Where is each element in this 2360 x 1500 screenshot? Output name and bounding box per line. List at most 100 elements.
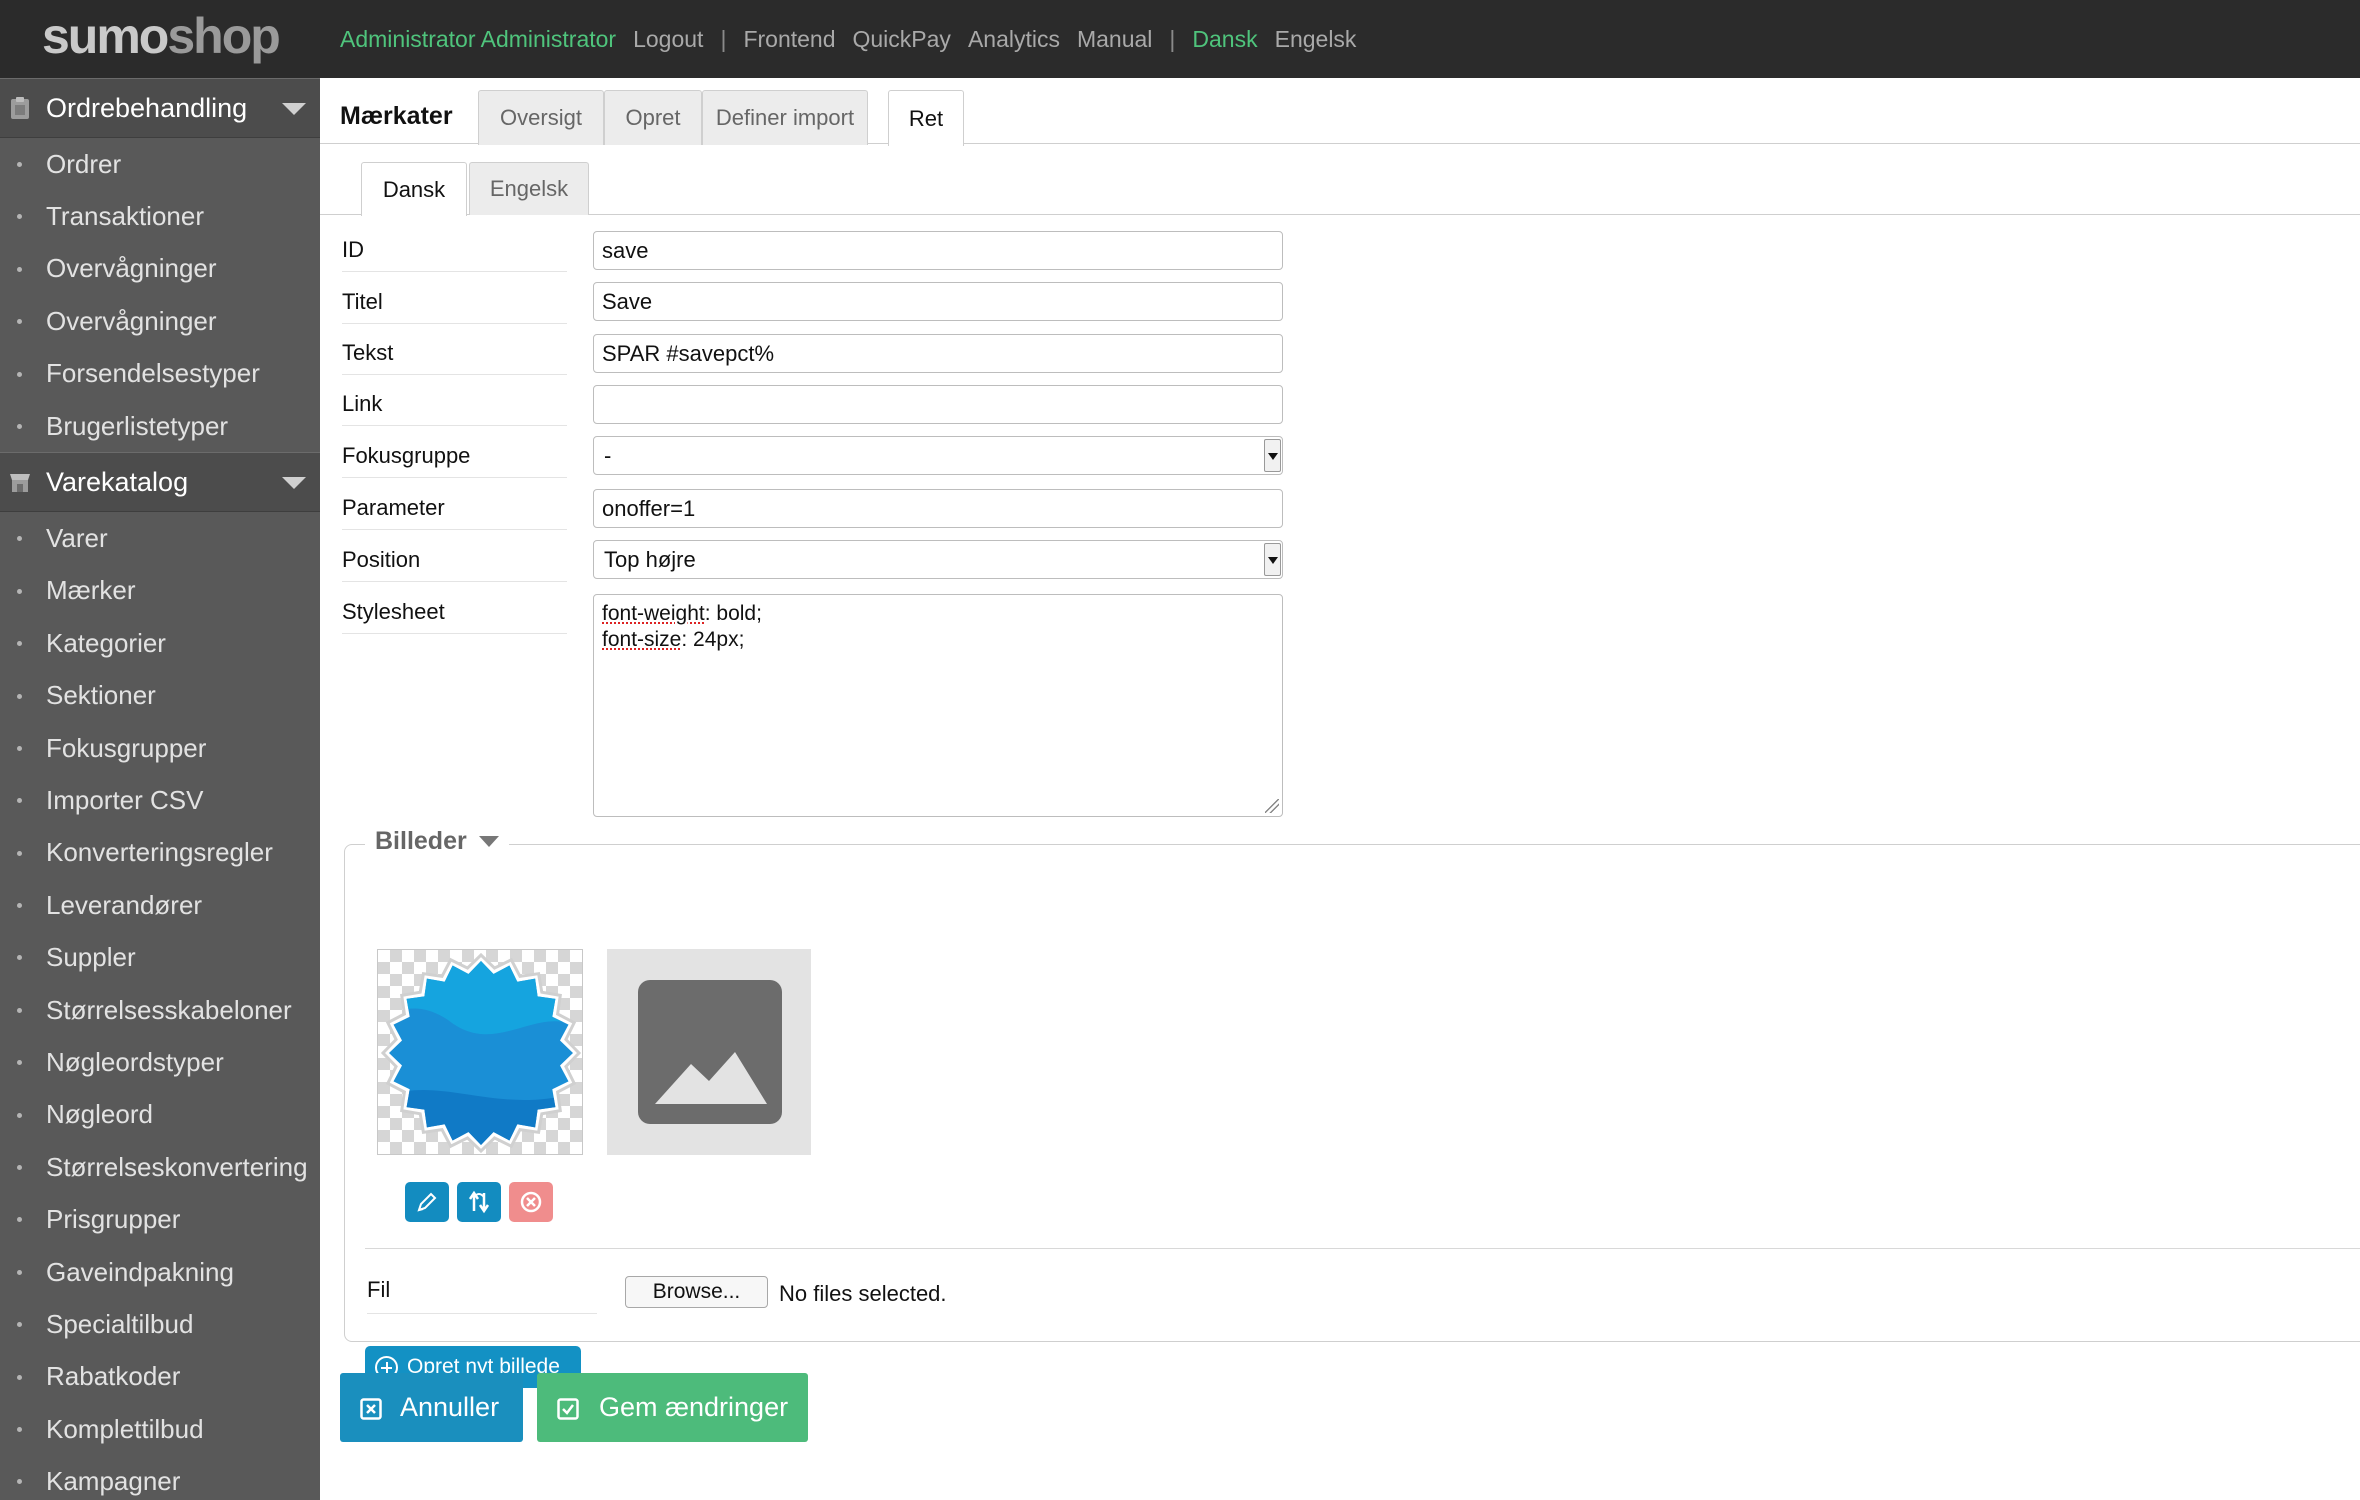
- billeder-legend[interactable]: Billeder: [365, 827, 509, 856]
- checkbox-icon: [557, 1398, 579, 1420]
- save-changes-button[interactable]: Gem ændringer: [537, 1373, 808, 1442]
- delete-image-button[interactable]: [509, 1182, 553, 1222]
- sumoshop-logo[interactable]: sumoshop: [42, 8, 281, 64]
- lang-engelsk-link[interactable]: Engelsk: [1275, 26, 1357, 53]
- chevron-down-icon[interactable]: [282, 477, 306, 490]
- edit-image-button[interactable]: [405, 1182, 449, 1222]
- logout-link[interactable]: Logout: [633, 26, 703, 53]
- sidebar-item-prisgrupper[interactable]: Prisgrupper: [0, 1193, 320, 1245]
- clipboard-icon: [11, 97, 29, 119]
- analytics-link[interactable]: Analytics: [968, 26, 1060, 53]
- stylesheet-label: Stylesheet: [342, 599, 567, 634]
- chevron-down-icon[interactable]: [282, 103, 306, 115]
- divider: [365, 1248, 2360, 1249]
- tab-lang-dansk[interactable]: Dansk: [361, 162, 467, 216]
- sidebar-item-ordrer[interactable]: Ordrer: [0, 138, 320, 190]
- quickpay-link[interactable]: QuickPay: [853, 26, 951, 53]
- id-field[interactable]: save: [593, 231, 1283, 270]
- sidebar-item-suppler[interactable]: Suppler: [0, 931, 320, 983]
- sidebar-item-brugerlistetyper[interactable]: Brugerlistetyper: [0, 400, 320, 452]
- nav-separator: |: [720, 25, 727, 52]
- fil-label: Fil: [367, 1277, 597, 1314]
- sidebar-item-transaktioner[interactable]: Transaktioner: [0, 190, 320, 242]
- sidebar-item-fokusgrupper[interactable]: Fokusgrupper: [0, 722, 320, 774]
- chevron-down-icon[interactable]: [478, 836, 499, 847]
- sidebar-item-stoerrelseskonvertering[interactable]: Størrelseskonvertering: [0, 1141, 320, 1193]
- position-select[interactable]: Top højre: [593, 540, 1283, 579]
- fokusgruppe-selected-value: -: [604, 442, 612, 468]
- dropdown-arrow-icon[interactable]: [1264, 439, 1281, 472]
- sidebar-item-sektioner[interactable]: Sektioner: [0, 670, 320, 722]
- position-selected-value: Top højre: [604, 546, 696, 572]
- main-content: Mærkater Oversigt Opret Definer import R…: [320, 78, 2360, 1500]
- tekst-label: Tekst: [342, 340, 567, 375]
- top-nav: Administrator Administrator Logout | Fro…: [340, 0, 1373, 78]
- language-tabs-divider: [320, 214, 2360, 215]
- parameter-label: Parameter: [342, 495, 567, 530]
- titel-field[interactable]: Save: [593, 282, 1283, 321]
- link-field[interactable]: [593, 385, 1283, 424]
- dropdown-arrow-icon[interactable]: [1264, 543, 1281, 576]
- shop-icon: [10, 474, 30, 493]
- resize-handle-icon[interactable]: [1265, 799, 1279, 813]
- tab-opret[interactable]: Opret: [604, 90, 702, 145]
- swap-arrows-icon: [468, 1190, 490, 1214]
- sidebar-item-importer-csv[interactable]: Importer CSV: [0, 774, 320, 826]
- sidebar-item-maerker[interactable]: Mærker: [0, 565, 320, 617]
- frontend-link[interactable]: Frontend: [743, 26, 835, 53]
- tab-ret[interactable]: Ret: [888, 90, 964, 146]
- stylesheet-line-2: font-size: 24px;: [602, 628, 745, 651]
- sidebar-item-specialtilbud[interactable]: Specialtilbud: [0, 1298, 320, 1350]
- stylesheet-textarea[interactable]: font-weight: bold; font-size: 24px;: [593, 594, 1283, 817]
- page-title: Mærkater: [340, 102, 453, 130]
- link-label: Link: [342, 391, 567, 426]
- sidebar-item-stoerrelsesskabeloner[interactable]: Størrelsesskabeloner: [0, 984, 320, 1036]
- sidebar-item-forsendelsestyper[interactable]: Forsendelsestyper: [0, 348, 320, 400]
- cancel-button[interactable]: Annuller: [340, 1373, 523, 1442]
- top-bar: sumoshop Administrator Administrator Log…: [0, 0, 2360, 78]
- image-thumbnail[interactable]: [377, 949, 583, 1155]
- sidebar-item-kampagner[interactable]: Kampagner: [0, 1455, 320, 1500]
- tekst-field[interactable]: SPAR #savepct%: [593, 334, 1283, 373]
- sidebar-item-overvaagninger[interactable]: Overvågninger: [0, 243, 320, 295]
- no-files-status: No files selected.: [779, 1281, 947, 1306]
- sidebar-section-varekatalog[interactable]: Varekatalog: [0, 452, 320, 513]
- sidebar-section-label: Ordrebehandling: [46, 92, 248, 123]
- fokusgruppe-label: Fokusgruppe: [342, 443, 567, 478]
- parameter-field[interactable]: onoffer=1: [593, 489, 1283, 528]
- titel-label: Titel: [342, 289, 567, 324]
- billeder-fieldset: Billeder Fil Browse... No files selected…: [344, 827, 2360, 1388]
- pencil-icon: [417, 1192, 437, 1212]
- position-label: Position: [342, 547, 567, 582]
- sidebar-section-ordrebehandling[interactable]: Ordrebehandling: [0, 78, 320, 138]
- nav-separator: |: [1169, 25, 1176, 52]
- tab-lang-engelsk[interactable]: Engelsk: [469, 162, 589, 215]
- sidebar: Ordrebehandling Ordrer Transaktioner Ove…: [0, 78, 320, 1500]
- close-square-icon: [360, 1398, 382, 1420]
- sidebar-item-varer[interactable]: Varer: [0, 512, 320, 564]
- user-link[interactable]: Administrator Administrator: [340, 26, 616, 53]
- tab-oversigt[interactable]: Oversigt: [478, 90, 604, 145]
- image-placeholder-icon: [638, 980, 782, 1124]
- fokusgruppe-select[interactable]: -: [593, 436, 1283, 475]
- manual-link[interactable]: Manual: [1077, 26, 1152, 53]
- sidebar-item-gaveindpakning[interactable]: Gaveindpakning: [0, 1246, 320, 1298]
- sidebar-item-overvaagninger-2[interactable]: Overvågninger: [0, 295, 320, 347]
- lang-dansk-link[interactable]: Dansk: [1192, 26, 1257, 53]
- reorder-image-button[interactable]: [457, 1182, 501, 1222]
- sidebar-item-noegleordstyper[interactable]: Nøgleordstyper: [0, 1036, 320, 1088]
- sidebar-item-kategorier[interactable]: Kategorier: [0, 617, 320, 669]
- browse-button[interactable]: Browse...: [625, 1276, 768, 1308]
- sidebar-item-rabatkoder[interactable]: Rabatkoder: [0, 1351, 320, 1403]
- id-label: ID: [342, 237, 567, 272]
- page-header: Mærkater Oversigt Opret Definer import R…: [320, 78, 2360, 146]
- sidebar-item-konverteringsregler[interactable]: Konverteringsregler: [0, 827, 320, 879]
- sidebar-item-komplettilbud[interactable]: Komplettilbud: [0, 1403, 320, 1455]
- sidebar-item-noegleord[interactable]: Nøgleord: [0, 1089, 320, 1141]
- sidebar-item-leverandoerer[interactable]: Leverandører: [0, 879, 320, 931]
- stylesheet-line-1: font-weight: bold;: [602, 602, 762, 625]
- close-circle-icon: [520, 1191, 542, 1213]
- tab-definer-import[interactable]: Definer import: [702, 90, 868, 145]
- image-placeholder[interactable]: [607, 949, 811, 1155]
- sidebar-section-label: Varekatalog: [46, 466, 189, 497]
